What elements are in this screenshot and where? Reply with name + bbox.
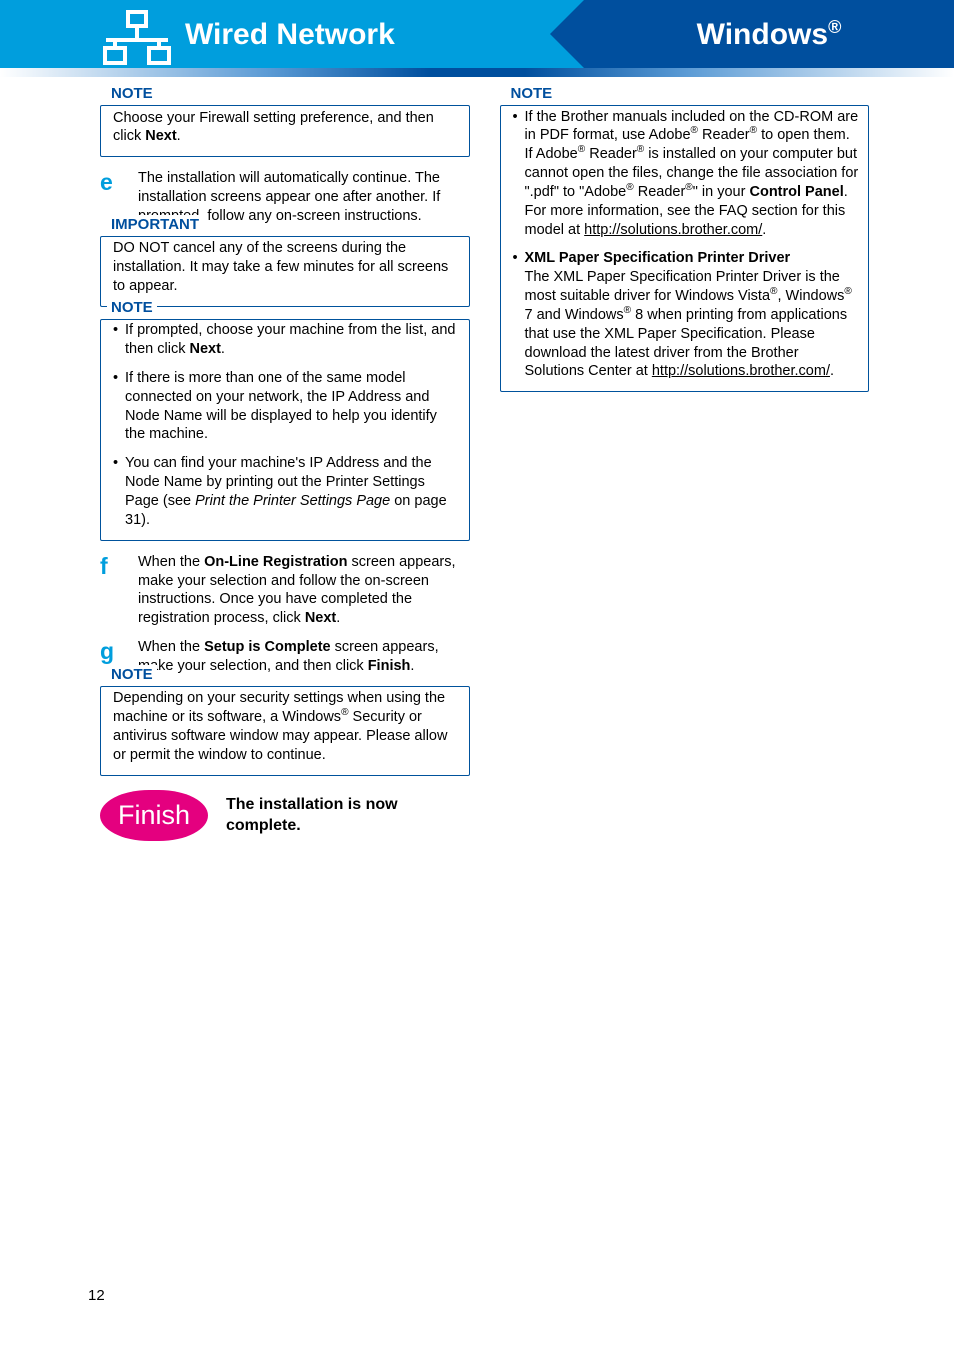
header-right-title: Windows® [697,15,842,54]
note-body: Choose your Firewall setting preference,… [109,106,461,147]
note-box-3: NOTE Depending on your security settings… [100,686,470,776]
list-item: XML Paper Specification Printer DriverTh… [513,249,861,381]
step-letter-f: f [100,553,138,628]
finish-badge: Finish [100,790,208,841]
right-column: NOTE If the Brother manuals included on … [500,105,954,841]
list-item: If prompted, choose your machine from th… [113,321,461,359]
note-box-right: NOTE If the Brother manuals included on … [500,105,870,392]
finish-row: Finish The installation is now complete. [100,790,470,841]
header-left-title: Wired Network [185,15,395,54]
page-number: 12 [88,1286,105,1306]
step-g-text: When the Setup is Complete screen appear… [138,638,470,676]
note-body: Depending on your security settings when… [109,686,461,764]
step-f: f When the On-Line Registration screen a… [100,553,470,628]
note-box-2: NOTE If prompted, choose your machine fr… [100,319,470,541]
header-bar: Wired Network Windows® [0,0,954,68]
finish-text: The installation is now complete. [226,794,470,837]
important-title: IMPORTANT [107,215,203,235]
page-content: NOTE Choose your Firewall setting prefer… [0,77,954,841]
note-title: NOTE [107,84,157,104]
link[interactable]: http://solutions.brother.com/ [652,363,830,379]
link[interactable]: http://solutions.brother.com/ [584,222,762,238]
list-item: If there is more than one of the same mo… [113,369,461,444]
gradient-strip [0,68,954,77]
list-item: You can find your machine's IP Address a… [113,454,461,529]
note-title: NOTE [507,84,557,104]
list-item: If the Brother manuals included on the C… [513,108,861,240]
important-body: DO NOT cancel any of the screens during … [109,236,461,296]
left-column: NOTE Choose your Firewall setting prefer… [0,105,480,841]
wired-network-icon [98,10,176,65]
note-title: NOTE [107,665,157,685]
step-f-text: When the On-Line Registration screen app… [138,553,470,628]
note-box-1: NOTE Choose your Firewall setting prefer… [100,105,470,157]
header-right: Windows® [584,0,954,68]
important-box: IMPORTANT DO NOT cancel any of the scree… [100,236,470,307]
note-title: NOTE [107,298,157,318]
header-left: Wired Network [0,0,584,68]
